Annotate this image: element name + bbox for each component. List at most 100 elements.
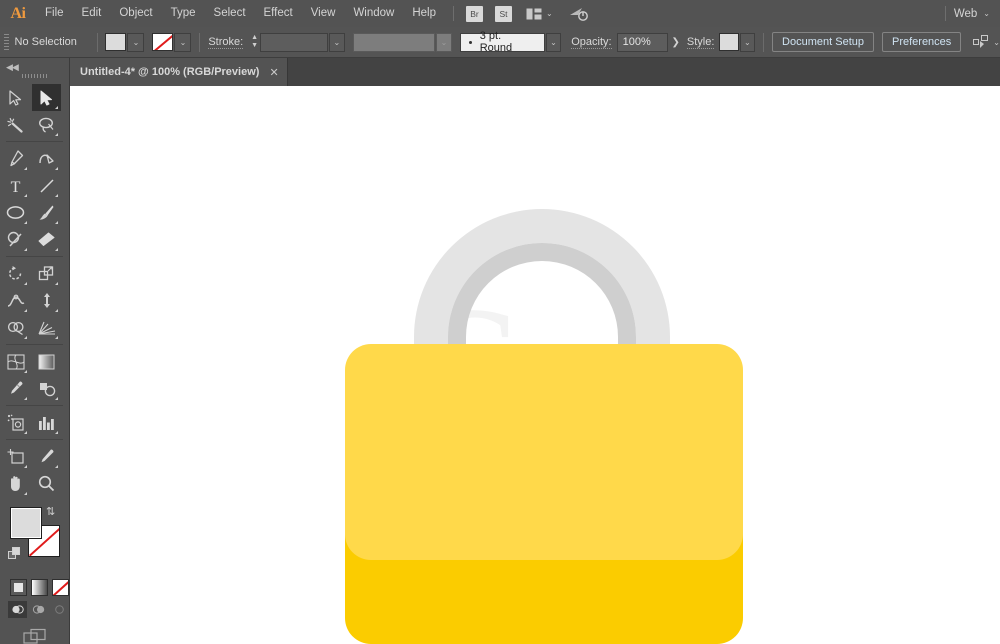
sync-settings-icon[interactable] [569, 6, 591, 22]
tool-row [0, 375, 69, 402]
document-tab[interactable]: Untitled-4* @ 100% (RGB/Preview) ✕ [70, 58, 288, 86]
variable-width-profile-input[interactable] [352, 32, 436, 52]
tools-panel-grip[interactable] [22, 74, 48, 78]
tool-flyout-indicator [24, 282, 27, 285]
close-icon[interactable]: ✕ [269, 66, 278, 79]
paintbrush-tool[interactable] [32, 199, 61, 226]
shape-builder-tool[interactable] [1, 314, 30, 341]
pen-tool[interactable] [1, 145, 30, 172]
tool-flyout-indicator [24, 370, 27, 373]
style-label: Style: [686, 35, 715, 49]
draw-normal-button[interactable] [8, 601, 27, 618]
perspective-grid-tool[interactable] [32, 314, 61, 341]
tool-row [0, 226, 69, 253]
align-to-selection-icon[interactable]: ⌄ [973, 35, 1000, 49]
tool-flyout-indicator [55, 431, 58, 434]
fill-color-swatch[interactable] [10, 507, 42, 539]
variable-width-profile-dropdown-button[interactable]: ⌄ [436, 32, 452, 52]
menu-file[interactable]: File [36, 0, 73, 27]
brush-definition-dropdown-button[interactable]: ⌄ [545, 32, 562, 52]
menu-type[interactable]: Type [162, 0, 205, 27]
artboard-canvas[interactable]: G [70, 86, 1000, 644]
tool-flyout-indicator [24, 397, 27, 400]
curvature-tool[interactable] [32, 145, 61, 172]
stroke-weight-input[interactable] [260, 32, 329, 52]
stroke-dropdown-button[interactable]: ⌄ [174, 32, 192, 52]
control-bar-grip[interactable] [4, 33, 9, 51]
menu-view[interactable]: View [302, 0, 345, 27]
arrange-documents-icon[interactable]: ⌄ [526, 8, 553, 20]
opacity-input[interactable]: 100% [616, 32, 669, 52]
symbol-sprayer-tool[interactable] [1, 409, 30, 436]
tool-row [0, 409, 69, 436]
preferences-button[interactable]: Preferences [881, 32, 962, 52]
menu-divider [453, 6, 454, 21]
brush-definition-field[interactable]: 3 pt. Round [459, 30, 545, 54]
draw-inside-button[interactable] [50, 601, 69, 618]
direct-selection-tool[interactable] [32, 84, 61, 111]
app-logo: Ai [10, 4, 27, 22]
slice-tool[interactable] [32, 443, 61, 470]
swap-fill-stroke-icon[interactable]: ⇅ [46, 505, 55, 518]
gradient-tool[interactable] [32, 348, 61, 375]
eraser-tool[interactable] [32, 226, 61, 253]
opacity-options-button[interactable]: ❯ [668, 37, 682, 48]
draw-behind-button[interactable] [29, 601, 48, 618]
ellipse-tool[interactable] [1, 199, 30, 226]
fill-color-control[interactable]: ⌄ [105, 32, 145, 52]
menu-select[interactable]: Select [205, 0, 255, 27]
document-setup-button[interactable]: Document Setup [772, 32, 874, 52]
hand-tool[interactable] [1, 470, 30, 497]
none-mode-button[interactable] [52, 579, 69, 596]
menu-window[interactable]: Window [344, 0, 403, 27]
tool-divider [6, 141, 63, 142]
tool-row [0, 145, 69, 172]
fill-dropdown-button[interactable]: ⌄ [127, 32, 145, 52]
magic-wand-tool[interactable] [1, 111, 30, 138]
blend-tool[interactable] [32, 375, 61, 402]
color-mode-button[interactable] [10, 579, 27, 596]
free-transform-tool[interactable] [32, 287, 61, 314]
lasso-tool[interactable] [32, 111, 61, 138]
tool-row: T [0, 172, 69, 199]
mesh-tool[interactable] [1, 348, 30, 375]
stock-icon[interactable]: St [495, 5, 512, 22]
scale-tool[interactable] [32, 260, 61, 287]
fill-stroke-controls: ⇅ [0, 503, 69, 575]
column-graph-tool[interactable] [32, 409, 61, 436]
stroke-swatch-none[interactable] [152, 33, 174, 51]
menu-object[interactable]: Object [110, 0, 161, 27]
control-bar: No Selection ⌄ ⌄ Stroke: ▲ ▼ ⌄ ⌄ 3 pt. R… [0, 27, 1000, 58]
shaper-tool[interactable] [1, 226, 30, 253]
workspace-label[interactable]: Web [954, 8, 977, 20]
menu-edit[interactable]: Edit [73, 0, 111, 27]
drawing-mode-buttons [0, 596, 69, 618]
menu-effect[interactable]: Effect [255, 0, 302, 27]
width-tool[interactable] [1, 287, 30, 314]
chevron-down-icon[interactable]: ⌄ [983, 9, 990, 18]
stroke-color-control[interactable]: ⌄ [152, 32, 192, 52]
tools-panel-header: ◀◀ [0, 58, 69, 80]
rotate-tool[interactable] [1, 260, 30, 287]
fill-swatch[interactable] [105, 33, 127, 51]
eyedropper-tool[interactable] [1, 375, 30, 402]
menu-help[interactable]: Help [403, 0, 445, 27]
selection-tool[interactable] [1, 84, 30, 111]
change-screen-mode-icon[interactable] [0, 618, 69, 644]
tool-flyout-indicator [55, 336, 58, 339]
artboard-tool[interactable] [1, 443, 30, 470]
tool-flyout-indicator [55, 167, 58, 170]
default-fill-stroke-icon[interactable] [8, 547, 21, 560]
zoom-tool[interactable] [32, 470, 61, 497]
tool-flyout-indicator [55, 465, 58, 468]
stroke-weight-stepper[interactable]: ▲ ▼ [249, 33, 260, 52]
chevron-down-icon: ⌄ [179, 37, 187, 47]
type-tool[interactable]: T [1, 172, 30, 199]
graphic-style-dropdown-button[interactable]: ⌄ [739, 32, 756, 52]
graphic-style-swatch[interactable] [719, 33, 739, 51]
line-segment-tool[interactable] [32, 172, 61, 199]
collapse-panel-icon[interactable]: ◀◀ [6, 62, 19, 73]
stroke-weight-dropdown-button[interactable]: ⌄ [329, 32, 345, 52]
gradient-mode-button[interactable] [31, 579, 48, 596]
bridge-icon[interactable]: Br [466, 5, 483, 22]
